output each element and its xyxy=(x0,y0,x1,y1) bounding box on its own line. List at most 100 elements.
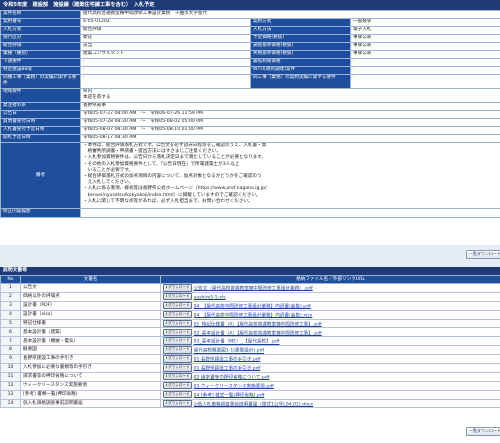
doc-no: 8 xyxy=(0,345,21,356)
value-survey-price: 事後公表 xyxy=(350,42,500,51)
col-header-no: No xyxy=(0,275,21,284)
label-project-name: 案件名称 xyxy=(0,10,81,19)
docs-section-header: 説明文書等 xyxy=(0,267,500,275)
value-wto: - xyxy=(350,66,500,75)
label-remarks: 備考 xyxy=(0,142,81,209)
download-label: ダウンロード xyxy=(168,338,190,343)
download-button[interactable]: ⬇ダウンロード xyxy=(163,391,192,399)
value-specific-bb: - xyxy=(80,66,251,75)
table-row: 9 長野県建設工事の手引き ⬇ダウンロード 01 長野県建設工事の手引き.pdf xyxy=(0,354,500,365)
download-button[interactable]: ⬇ダウンロード xyxy=(163,355,192,363)
table-row: 11 請求書等の押印省略について ⬇ダウンロード 02 請求書等の押印省略について… xyxy=(0,371,500,382)
doc-file-link[interactable]: 01 長野県建設工事の手引き.pdf xyxy=(194,357,261,362)
value-execution-type: 委託 xyxy=(80,34,251,43)
list-download-button-bottom[interactable]: 一覧ダウンロード xyxy=(466,427,500,436)
doc-file-link[interactable]: 04_【屋代高校中間改修工事設計業務】内訳書(金抜).pdf xyxy=(194,304,311,309)
label-announce-date: 公告日 xyxy=(0,110,81,119)
doc-link-cell: ⬇ダウンロード 02 請求書等の押印省略について.pdf xyxy=(160,371,500,382)
table-row: 13 [参考] 書類一覧(押印省略) ⬇ダウンロード 04 [参考] 様式一覧(押… xyxy=(0,389,500,400)
download-button[interactable]: ⬇ダウンロード xyxy=(163,373,192,381)
value-industry: 建築コンサルタント xyxy=(80,50,251,59)
doc-no: 7 xyxy=(0,336,21,347)
doc-no: 11 xyxy=(0,371,21,382)
doc-no: 1 xyxy=(0,283,21,293)
col-header-doc-name: 文書名 xyxy=(20,275,161,284)
list-download-button-top[interactable]: 一覧ダウンロード xyxy=(466,250,500,259)
value-min-price: - xyxy=(350,58,500,67)
download-label: ダウンロード xyxy=(168,320,190,325)
value-similar-work: - xyxy=(80,74,251,89)
doc-link-cell: ⬇ダウンロード 03 ウィークリースタンス実施要領.pdf xyxy=(160,380,500,391)
doc-file-link[interactable]: yashiro5-5.xls xyxy=(194,295,226,300)
table-row: 14 低入札価格調査事前説明書届 ⬇ダウンロード ◎低入札価格調査事前説明書届（様… xyxy=(0,398,500,409)
label-contract-method: 契約方式 xyxy=(250,18,351,27)
download-button[interactable]: ⬇ダウンロード xyxy=(163,400,192,407)
value-bid-type: 総合評価 xyxy=(80,26,251,35)
download-button[interactable]: ⬇ダウンロード xyxy=(163,320,192,327)
value-opening-date: 令和05-08-17 08:30 AM xyxy=(80,134,500,143)
doc-file-link[interactable]: 04 [参考] 様式一覧(押印省略).pdf xyxy=(194,393,265,398)
doc-file-link[interactable]: 01 長野県建設工事の手引き.pdf xyxy=(194,366,261,371)
label-disqualify-price: 失格基準価格(税抜) xyxy=(250,50,351,59)
download-button[interactable]: ⬇ダウンロード xyxy=(163,346,192,354)
download-button[interactable]: ⬇ダウンロード xyxy=(163,337,192,345)
tender-info-table: 案件名称 屋代高校普通教室棟中間改修工事設計業務 千曲市大字屋代 契約番号 4-… xyxy=(0,10,500,218)
download-button[interactable]: ⬇ダウンロード xyxy=(163,311,192,319)
page-title: 令和5年度 建設部 施設課（建築住宅課工事を含む） 入札予定 xyxy=(3,2,155,8)
doc-link-cell: ⬇ダウンロード 公告文（屋代高校普通教室棟中間改修工事設計業務）.pdf xyxy=(160,283,500,293)
value-revision-history xyxy=(80,208,500,218)
download-label: ダウンロード xyxy=(168,391,190,396)
table-row: 4 設計書（xlsx） ⬇ダウンロード 04_【屋代高校中間改修工事設計業務】内訳… xyxy=(0,309,500,320)
download-button[interactable]: ⬇ダウンロード xyxy=(163,293,192,301)
doc-file-link[interactable]: 公告文（屋代高校普通教室棟中間改修工事設計業務）.pdf xyxy=(194,286,313,291)
download-button[interactable]: ⬇ダウンロード xyxy=(163,302,192,310)
remarks-line: ・入札に関して不明な点等があれば、必ず入札担当まで、お問い合わせください。 xyxy=(83,198,253,204)
label-region: 地域要件 xyxy=(0,88,81,103)
doc-no: 2 xyxy=(0,291,21,302)
doc-no: 14 xyxy=(0,398,21,409)
page-title-bar: 令和5年度 建設部 施設課（建築住宅課工事を含む） 入札予定 xyxy=(0,0,500,10)
doc-link-cell: ⬇ダウンロード 屋代高校概要図1-1(建築設計).pdf xyxy=(160,345,500,356)
value-region: 県内 本店を有する xyxy=(80,88,500,103)
doc-file-link[interactable]: ◎低入札価格調査事前説明書届（様式1公号L04.01).docx xyxy=(194,402,314,407)
download-label: ダウンロード xyxy=(168,311,190,316)
doc-link-cell: ⬇ダウンロード 04 [参考] 様式一覧(押印省略).pdf xyxy=(160,389,500,400)
table-row: 5 特記仕様書 ⬇ダウンロード 01_特記仕様書（A）【屋代高校普通教室棟中間改修… xyxy=(0,318,500,329)
doc-file-link[interactable]: 04_【屋代高校中間改修工事設計業務】内訳書(金抜).xlsx xyxy=(194,313,313,318)
doc-name: 公告文 xyxy=(20,283,161,293)
doc-file-link[interactable]: 01_特記仕様書（A）【屋代高校普通教室棟中間改修工事】.pdf xyxy=(194,322,322,327)
doc-file-link[interactable]: 02_基本設計書（A）【屋代高校普通教室棟中間改修工事】.pdf xyxy=(194,331,322,336)
table-row: 6 基本設計書（建築） ⬇ダウンロード 02_基本設計書（A）【屋代高校普通教室棟… xyxy=(0,327,500,338)
download-label: ダウンロード xyxy=(168,285,190,290)
doc-file-link[interactable]: 02 請求書等の押印省略について.pdf xyxy=(194,375,270,380)
download-label: ダウンロード xyxy=(168,382,190,387)
doc-file-link[interactable]: 03 ウィークリースタンス実施要領.pdf xyxy=(194,384,274,389)
doc-file-link[interactable]: 屋代高校概要図1-1(建築設計).pdf xyxy=(194,349,265,354)
table-row: 10 入札参加に必要な書類等の手引き ⬇ダウンロード 01 長野県建設工事の手引き… xyxy=(0,363,500,373)
doc-link-cell: ⬇ダウンロード yashiro5-5.xls xyxy=(160,291,500,302)
value-contract-no: 4-05-01202 xyxy=(80,18,251,27)
value-question-date: 令和05-07-28 08:30 AM ～ 令和05-08-02 05:00 P… xyxy=(80,118,500,127)
download-label: ダウンロード xyxy=(168,302,190,307)
download-button[interactable]: ⬇ダウンロード xyxy=(163,382,192,390)
download-button[interactable]: ⬇ダウンロード xyxy=(163,364,192,372)
label-industry: 業種（種別） xyxy=(0,50,81,59)
value-remarks: ・本件は、総合評価落札方式です。公告文を必ず読み日程等をご確認のうえ、入札書・資… xyxy=(80,142,500,209)
value-comprehensive-eval: 該当 xyxy=(80,42,251,51)
doc-file-link[interactable]: 03_基本設計書（ME）_【屋代高校】.pdf xyxy=(194,340,280,345)
download-label: ダウンロード xyxy=(168,373,190,378)
download-button[interactable]: ⬇ダウンロード xyxy=(163,328,192,336)
doc-name: 特記仕様書 xyxy=(20,318,161,329)
table-row: 8 概要図 ⬇ダウンロード 屋代高校概要図1-1(建築設計).pdf xyxy=(0,345,500,356)
value-announce-date: 令和05-07-27 08:00 AM ～ 令和06-07-26 11:59 P… xyxy=(80,110,500,119)
doc-name: ウィークリースタンス実施要領 xyxy=(20,380,161,391)
download-label: ダウンロード xyxy=(168,356,190,361)
col-header-file-link: 格納ファイル名／外部リンクURL xyxy=(160,275,500,284)
value-orderer: 長野県知事 xyxy=(80,102,500,111)
doc-no: 4 xyxy=(0,309,21,320)
download-button[interactable]: ⬇ダウンロード xyxy=(163,284,192,292)
doc-name: 基本設計書（機械・電気） xyxy=(20,336,161,347)
doc-no: 10 xyxy=(0,363,21,373)
label-execution-type: 施行区分 xyxy=(0,34,81,43)
doc-link-cell: ⬇ダウンロード 01 長野県建設工事の手引き.pdf xyxy=(160,354,500,365)
